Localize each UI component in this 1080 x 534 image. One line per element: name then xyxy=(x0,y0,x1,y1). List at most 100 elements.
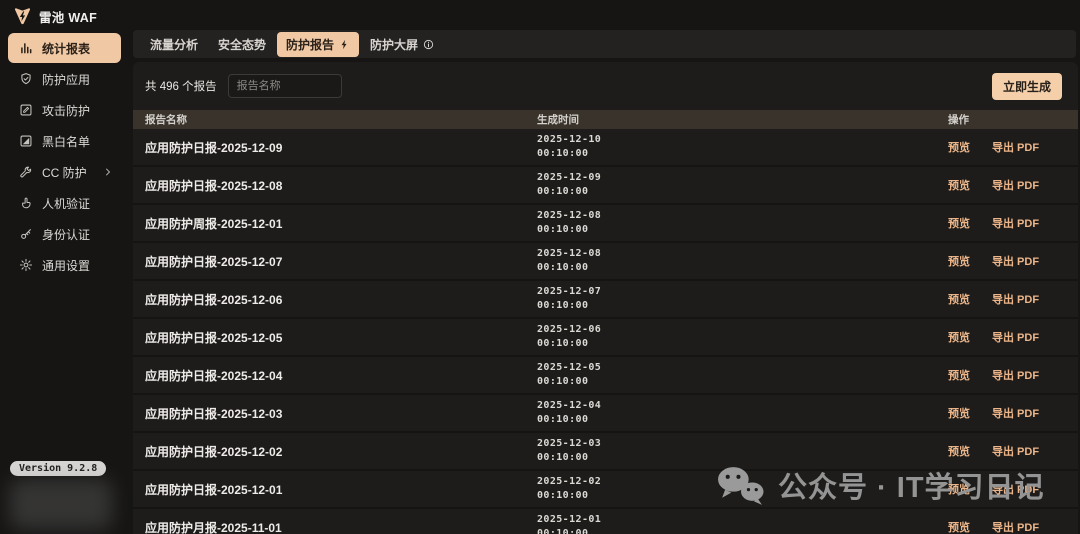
app-logo: 雷池 WAF xyxy=(13,7,97,26)
sidebar-item-label: 人机验证 xyxy=(42,195,90,212)
preview-link[interactable]: 预览 xyxy=(948,215,970,231)
report-generated-time: 2025-12-08 00:10:00 xyxy=(537,209,948,237)
sidebar-item-CC 防护[interactable]: CC 防护 xyxy=(8,157,121,187)
preview-link[interactable]: 预览 xyxy=(948,253,970,269)
report-panel: 共 496 个报告 立即生成 报告名称 生成时间 操作 应用防护日报-2025-… xyxy=(133,62,1078,534)
export-pdf-link[interactable]: 导出 PDF xyxy=(992,405,1039,421)
tab-安全态势[interactable]: 安全态势 xyxy=(209,32,275,57)
report-generated-time: 2025-12-10 00:10:00 xyxy=(537,133,948,161)
report-name: 应用防护周报-2025-12-01 xyxy=(145,215,537,232)
table-row: 应用防护日报-2025-12-05 2025-12-06 00:10:00 预览… xyxy=(133,319,1078,357)
chevron-right-icon xyxy=(103,167,113,177)
report-generated-time: 2025-12-03 00:10:00 xyxy=(537,437,948,465)
tab-label: 流量分析 xyxy=(150,36,198,53)
shield-check-icon xyxy=(19,72,33,86)
sidebar-item-人机验证[interactable]: 人机验证 xyxy=(8,188,121,218)
report-generated-time: 2025-12-02 00:10:00 xyxy=(537,475,948,503)
export-pdf-link[interactable]: 导出 PDF xyxy=(992,139,1039,155)
blurred-content xyxy=(10,479,112,529)
report-name: 应用防护日报-2025-12-08 xyxy=(145,177,537,194)
export-pdf-link[interactable]: 导出 PDF xyxy=(992,253,1039,269)
table-row: 应用防护日报-2025-12-01 2025-12-02 00:10:00 预览… xyxy=(133,471,1078,509)
export-pdf-link[interactable]: 导出 PDF xyxy=(992,329,1039,345)
table-row: 应用防护日报-2025-12-08 2025-12-09 00:10:00 预览… xyxy=(133,167,1078,205)
tab-bar: 流量分析 安全态势 防护报告 防护大屏 xyxy=(133,30,1076,58)
export-pdf-link[interactable]: 导出 PDF xyxy=(992,215,1039,231)
wrench-icon xyxy=(19,165,33,179)
report-name: 应用防护月报-2025-11-01 xyxy=(145,519,537,534)
hand-icon xyxy=(19,196,33,210)
sidebar-nav: 统计报表 防护应用 攻击防护 黑白名单 CC 防护 人机验证 身份认证 通用设置 xyxy=(8,33,121,280)
tab-流量分析[interactable]: 流量分析 xyxy=(141,32,207,57)
report-name: 应用防护日报-2025-12-01 xyxy=(145,481,537,498)
sidebar-item-label: 身份认证 xyxy=(42,226,90,243)
export-pdf-link[interactable]: 导出 PDF xyxy=(992,443,1039,459)
preview-link[interactable]: 预览 xyxy=(948,329,970,345)
sidebar-item-身份认证[interactable]: 身份认证 xyxy=(8,219,121,249)
export-pdf-link[interactable]: 导出 PDF xyxy=(992,177,1039,193)
preview-link[interactable]: 预览 xyxy=(948,443,970,459)
sidebar-item-label: 攻击防护 xyxy=(42,102,90,119)
sidebar-item-通用设置[interactable]: 通用设置 xyxy=(8,250,121,280)
table-row: 应用防护周报-2025-12-01 2025-12-08 00:10:00 预览… xyxy=(133,205,1078,243)
bolt-icon xyxy=(339,39,350,50)
table-header: 报告名称 生成时间 操作 xyxy=(133,110,1078,129)
preview-link[interactable]: 预览 xyxy=(948,519,970,534)
report-name: 应用防护日报-2025-12-03 xyxy=(145,405,537,422)
preview-link[interactable]: 预览 xyxy=(948,139,970,155)
table-row: 应用防护日报-2025-12-03 2025-12-04 00:10:00 预览… xyxy=(133,395,1078,433)
tab-label: 防护报告 xyxy=(286,36,334,53)
app-title: 雷池 WAF xyxy=(39,7,97,26)
tab-防护报告[interactable]: 防护报告 xyxy=(277,32,359,57)
preview-link[interactable]: 预览 xyxy=(948,367,970,383)
table-body: 应用防护日报-2025-12-09 2025-12-10 00:10:00 预览… xyxy=(133,129,1078,534)
info-icon xyxy=(423,39,434,50)
table-row: 应用防护日报-2025-12-07 2025-12-08 00:10:00 预览… xyxy=(133,243,1078,281)
sidebar-item-统计报表[interactable]: 统计报表 xyxy=(8,33,121,63)
tab-label: 安全态势 xyxy=(218,36,266,53)
safeline-logo-icon xyxy=(13,7,32,26)
report-name: 应用防护日报-2025-12-04 xyxy=(145,367,537,384)
export-pdf-link[interactable]: 导出 PDF xyxy=(992,291,1039,307)
report-name: 应用防护日报-2025-12-02 xyxy=(145,443,537,460)
key-icon xyxy=(19,227,33,241)
tab-防护大屏[interactable]: 防护大屏 xyxy=(361,32,443,57)
table-row: 应用防护月报-2025-11-01 2025-12-01 00:10:00 预览… xyxy=(133,509,1078,534)
version-badge: Version 9.2.8 xyxy=(10,461,106,476)
report-generated-time: 2025-12-05 00:10:00 xyxy=(537,361,948,389)
sidebar-item-label: 防护应用 xyxy=(42,71,90,88)
report-name-search-input[interactable] xyxy=(228,74,342,98)
export-pdf-link[interactable]: 导出 PDF xyxy=(992,519,1039,534)
attack-edit-icon xyxy=(19,103,33,117)
report-name: 应用防护日报-2025-12-06 xyxy=(145,291,537,308)
sidebar-item-label: 通用设置 xyxy=(42,257,90,274)
report-name: 应用防护日报-2025-12-05 xyxy=(145,329,537,346)
column-generated-time: 生成时间 xyxy=(537,112,948,127)
sidebar-item-防护应用[interactable]: 防护应用 xyxy=(8,64,121,94)
preview-link[interactable]: 预览 xyxy=(948,405,970,421)
export-pdf-link[interactable]: 导出 PDF xyxy=(992,367,1039,383)
report-generated-time: 2025-12-01 00:10:00 xyxy=(537,513,948,534)
tab-label: 防护大屏 xyxy=(370,36,418,53)
sidebar-item-黑白名单[interactable]: 黑白名单 xyxy=(8,126,121,156)
table-row: 应用防护日报-2025-12-06 2025-12-07 00:10:00 预览… xyxy=(133,281,1078,319)
sidebar: 雷池 WAF 统计报表 防护应用 攻击防护 黑白名单 CC 防护 人机验证 身份… xyxy=(0,0,133,534)
report-generated-time: 2025-12-07 00:10:00 xyxy=(537,285,948,313)
sidebar-item-攻击防护[interactable]: 攻击防护 xyxy=(8,95,121,125)
column-actions: 操作 xyxy=(948,112,1078,127)
preview-link[interactable]: 预览 xyxy=(948,291,970,307)
sidebar-item-label: CC 防护 xyxy=(42,164,87,181)
table-row: 应用防护日报-2025-12-02 2025-12-03 00:10:00 预览… xyxy=(133,433,1078,471)
black-white-list-icon xyxy=(19,134,33,148)
report-generated-time: 2025-12-06 00:10:00 xyxy=(537,323,948,351)
preview-link[interactable]: 预览 xyxy=(948,481,970,497)
bar-chart-icon xyxy=(19,41,33,55)
export-pdf-link[interactable]: 导出 PDF xyxy=(992,481,1039,497)
column-report-name: 报告名称 xyxy=(145,112,537,127)
report-name: 应用防护日报-2025-12-09 xyxy=(145,139,537,156)
generate-now-button[interactable]: 立即生成 xyxy=(992,73,1062,100)
report-generated-time: 2025-12-08 00:10:00 xyxy=(537,247,948,275)
report-toolbar: 共 496 个报告 立即生成 xyxy=(133,62,1078,110)
table-row: 应用防护日报-2025-12-04 2025-12-05 00:10:00 预览… xyxy=(133,357,1078,395)
preview-link[interactable]: 预览 xyxy=(948,177,970,193)
